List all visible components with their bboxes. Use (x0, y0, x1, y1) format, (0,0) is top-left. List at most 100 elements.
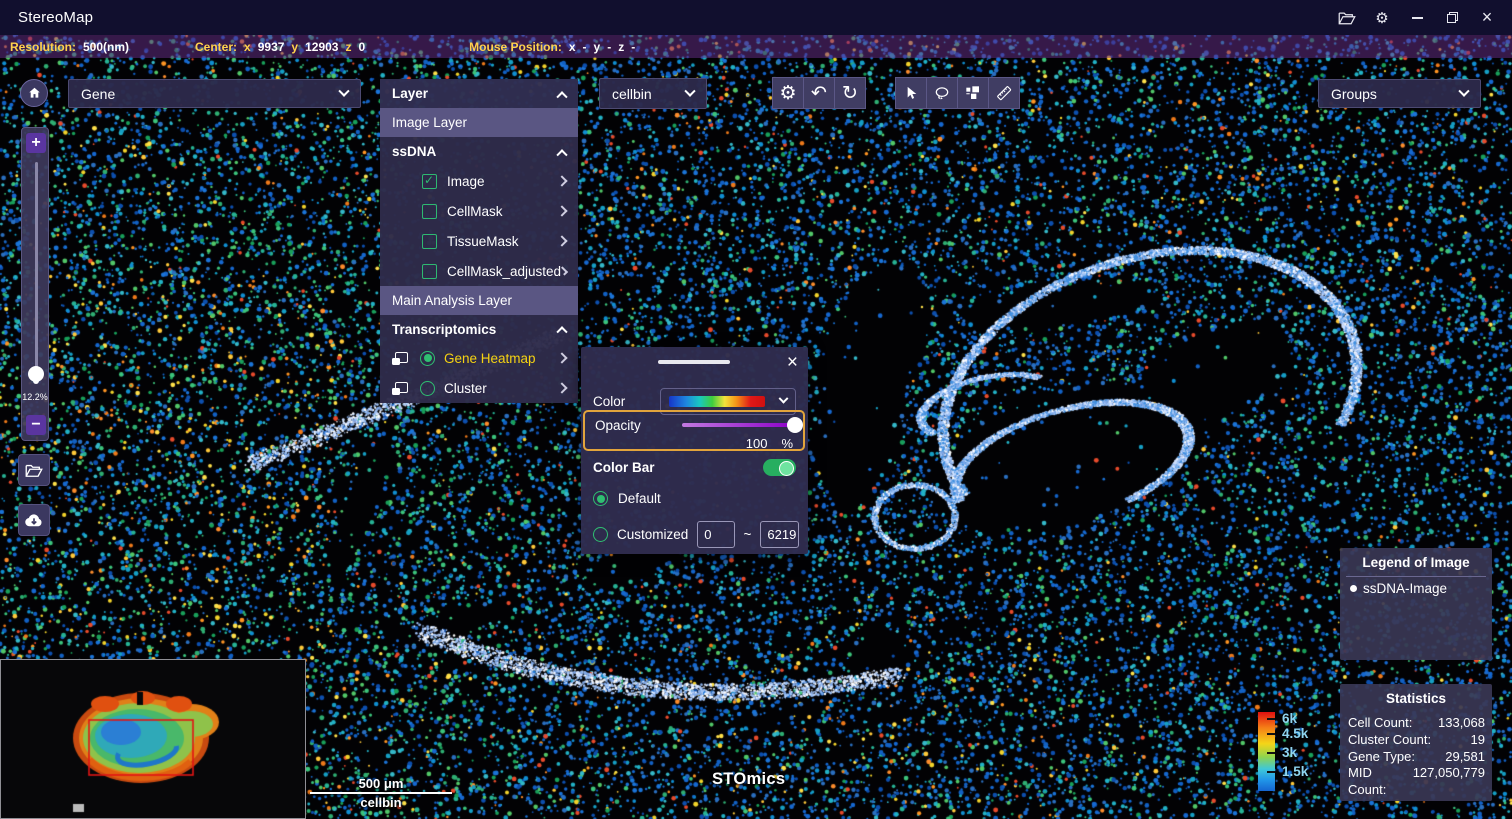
zoom-in-button[interactable]: + (26, 133, 46, 153)
radio[interactable] (420, 381, 435, 396)
layer-item-gene-heatmap[interactable]: Gene Heatmap (380, 343, 578, 373)
open-file-icon[interactable] (1338, 9, 1356, 27)
redo-icon: ↻ (842, 84, 858, 103)
mouse-z-label: z (618, 40, 624, 54)
transcriptomics-label: Transcriptomics (392, 322, 496, 337)
pointer-icon (903, 85, 919, 102)
mouse-y-label: y (594, 40, 601, 54)
checkbox[interactable] (422, 264, 437, 279)
groups-dropdown-label: Groups (1331, 86, 1377, 102)
close-icon[interactable]: × (1478, 9, 1496, 27)
chevron-down-icon (338, 85, 349, 96)
resolution-value: 500(nm) (83, 40, 129, 54)
window-controls: ⚙ × (1338, 9, 1496, 27)
home-icon (27, 86, 42, 100)
layers-icon (392, 382, 408, 395)
minimap-panel[interactable] (0, 659, 306, 819)
legend-bullet-icon (1350, 585, 1357, 592)
app-window: StereoMap ⚙ × Resolution: 500(nm) Center… (0, 0, 1512, 819)
minimap-canvas[interactable] (1, 660, 305, 818)
chevron-right-icon[interactable] (556, 205, 567, 216)
colorbar-tick (1267, 752, 1275, 754)
settings-gear-button[interactable]: ⚙ (772, 77, 804, 109)
layer-item-label: CellMask (447, 204, 503, 219)
legend-item[interactable]: ssDNA-Image (1340, 581, 1492, 596)
layer-item-cellmask-adjusted[interactable]: CellMask_adjusted (380, 256, 578, 286)
drag-handle[interactable] (658, 360, 730, 364)
layer-item-cluster[interactable]: Cluster (380, 373, 578, 403)
stat-value: 19 (1471, 732, 1485, 749)
statistics-panel: Statistics Cell Count:133,068 Cluster Co… (1340, 684, 1492, 801)
checkbox[interactable] (422, 234, 437, 249)
stomics-watermark: STOmics (712, 770, 785, 789)
main-analysis-layer-row[interactable]: Main Analysis Layer (380, 286, 578, 315)
chevron-right-icon[interactable] (556, 352, 567, 363)
open-folder-icon (25, 463, 43, 478)
home-button[interactable] (20, 79, 48, 107)
ruler-icon (995, 84, 1013, 102)
zoom-slider-thumb[interactable] (28, 366, 44, 382)
colorbar-tick (1267, 733, 1275, 735)
stat-label: Cell Count: (1348, 715, 1412, 732)
transcriptomics-section-header[interactable]: Transcriptomics (380, 315, 578, 343)
layer-panel-header[interactable]: Layer (380, 79, 578, 108)
range-max-input[interactable]: 6219 (760, 521, 799, 548)
zoom-slider-track[interactable] (35, 162, 38, 374)
opacity-slider[interactable] (682, 423, 795, 427)
checkbox-checked[interactable] (422, 174, 437, 189)
close-icon[interactable]: × (787, 352, 798, 374)
restore-icon[interactable] (1443, 9, 1461, 27)
pointer-tool-button[interactable] (895, 77, 927, 109)
layer-item-tissuemask[interactable]: TissueMask (380, 226, 578, 256)
chevron-up-icon (556, 91, 567, 102)
ssdna-label: ssDNA (392, 144, 436, 159)
settings-icon[interactable]: ⚙ (1373, 9, 1391, 27)
open-folder-button[interactable] (18, 454, 50, 486)
opacity-slider-thumb[interactable] (787, 417, 803, 433)
chevron-right-icon[interactable] (556, 382, 567, 393)
redo-button[interactable]: ↻ (834, 77, 866, 109)
zoom-out-button[interactable]: − (26, 415, 46, 435)
cloud-download-button[interactable] (18, 504, 50, 536)
image-layer-label: Image Layer (392, 115, 467, 130)
opacity-unit: % (781, 436, 793, 451)
radio[interactable] (593, 527, 608, 542)
settings-gear-icon: ⚙ (779, 84, 796, 103)
stat-label: MID Count: (1348, 765, 1413, 799)
radio-selected[interactable] (593, 491, 608, 506)
checkbox[interactable] (422, 204, 437, 219)
layers-icon (392, 352, 408, 365)
lasso-tool-button[interactable] (926, 77, 958, 109)
layer-item-label: Image (447, 174, 485, 189)
zoom-slider: + 12.2% − (21, 127, 49, 441)
stat-label: Gene Type: (1348, 749, 1415, 766)
range-separator: ~ (744, 527, 752, 542)
image-layer-row[interactable]: Image Layer (380, 108, 578, 137)
default-range-option[interactable]: Default (593, 491, 661, 506)
opacity-highlight-box: Opacity 100 % (583, 410, 805, 451)
groups-dropdown[interactable]: Groups (1318, 79, 1481, 108)
merge-cells-button[interactable] (957, 77, 989, 109)
layer-item-cellmask[interactable]: CellMask (380, 196, 578, 226)
chevron-down-icon (1458, 85, 1469, 96)
chevron-right-icon[interactable] (556, 175, 567, 186)
layer-item-image[interactable]: Image (380, 166, 578, 196)
colorbar-label: 6k (1282, 711, 1297, 726)
range-min-input[interactable]: 0 (697, 521, 734, 548)
resolution-label: Resolution: (10, 40, 76, 54)
center-y-label: y (291, 40, 298, 54)
chevron-down-icon (684, 85, 695, 96)
customized-range-option[interactable]: Customized 0 ~ 6219 (593, 521, 799, 548)
cluster-label: Cluster (444, 381, 487, 396)
bin-dropdown[interactable]: cellbin (599, 78, 707, 109)
colorbar-toggle-label: Color Bar (593, 460, 655, 475)
chevron-down-icon (779, 394, 789, 404)
undo-button[interactable]: ↶ (803, 77, 835, 109)
colorbar-toggle[interactable] (763, 459, 796, 476)
ssdna-section-header[interactable]: ssDNA (380, 137, 578, 166)
chevron-right-icon[interactable] (556, 235, 567, 246)
gene-dropdown[interactable]: Gene (68, 79, 361, 108)
radio-selected[interactable] (420, 351, 435, 366)
ruler-tool-button[interactable] (988, 77, 1020, 109)
minimize-icon[interactable] (1408, 9, 1426, 27)
